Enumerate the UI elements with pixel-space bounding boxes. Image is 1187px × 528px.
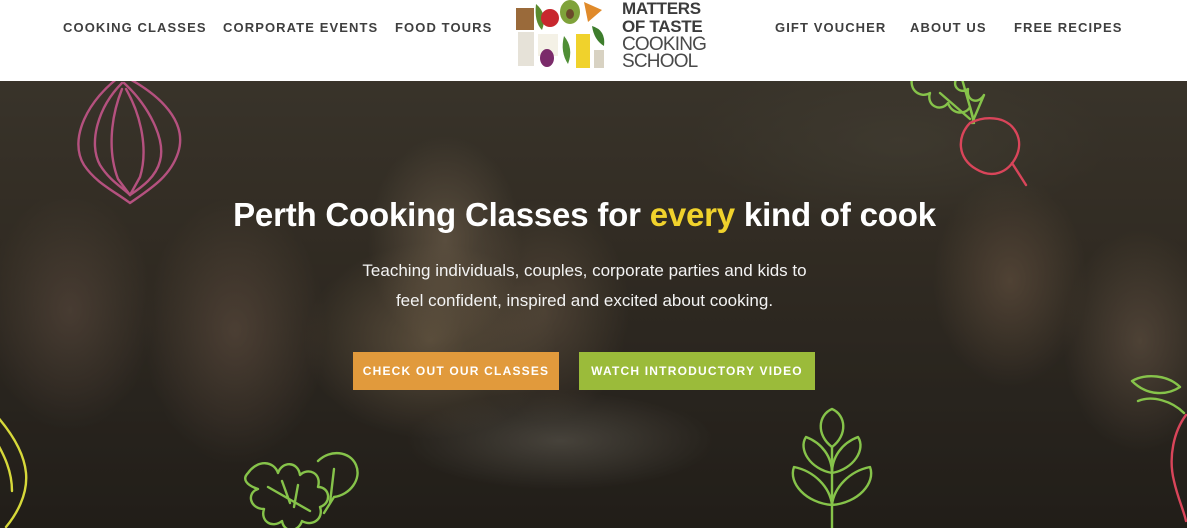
basil-leaf-icon [791, 407, 873, 528]
nav-about-us[interactable]: ABOUT US [910, 20, 987, 35]
hero-subtext-line-1: Teaching individuals, couples, corporate… [362, 261, 807, 280]
headline-part-1: Perth Cooking Classes for [233, 196, 650, 233]
check-out-classes-button[interactable]: CHECK OUT OUR CLASSES [353, 352, 559, 390]
onion-drawing-icon [77, 81, 182, 205]
left-corner-pepper-icon [0, 417, 28, 528]
nav-food-tours[interactable]: FOOD TOURS [395, 20, 492, 35]
logo-line-4: SCHOOL [622, 51, 698, 72]
logo-line-1: MATTERS [622, 0, 701, 18]
nav-free-recipes[interactable]: FREE RECIPES [1014, 20, 1123, 35]
herb-leaf-icon [244, 452, 359, 528]
right-corner-chili-icon [1130, 375, 1187, 523]
headline-part-2: kind of cook [734, 196, 936, 233]
vegetable-collage-icon [516, 0, 605, 68]
nav-corporate-events[interactable]: CORPORATE EVENTS [223, 20, 378, 35]
hero-subtext: Teaching individuals, couples, corporate… [0, 256, 1169, 316]
radish-drawing-icon [910, 81, 1028, 187]
top-navigation: COOKING CLASSES CORPORATE EVENTS FOOD TO… [0, 0, 1187, 81]
watch-video-button[interactable]: WATCH INTRODUCTORY VIDEO [579, 352, 815, 390]
headline-accent-word: every [649, 196, 735, 233]
nav-gift-voucher[interactable]: GIFT VOUCHER [775, 20, 886, 35]
logo-wordmark: MATTERS OF TASTE COOKING SCHOOL [622, 0, 707, 72]
hero-banner: Perth Cooking Classes for every kind of … [0, 81, 1187, 528]
nav-cooking-classes[interactable]: COOKING CLASSES [63, 20, 207, 35]
hero-subtext-line-2: feel confident, inspired and excited abo… [395, 291, 774, 310]
site-logo[interactable]: MATTERS OF TASTE COOKING SCHOOL [514, 0, 754, 72]
